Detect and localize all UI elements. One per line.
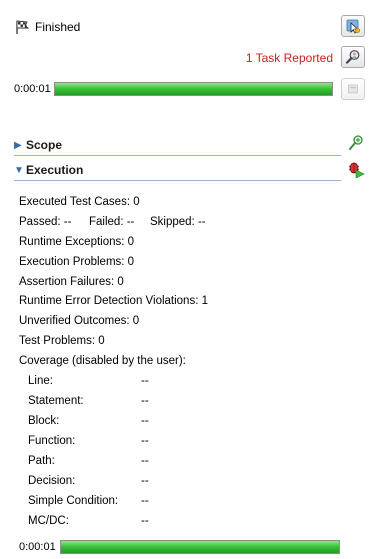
coverage-simple-condition-label: Simple Condition: — [28, 495, 119, 507]
executed-test-cases: Executed Test Cases: 0 — [19, 196, 140, 208]
go-to-tests-button[interactable] — [341, 15, 365, 37]
coverage-statement-value: -- — [141, 395, 149, 407]
execution-title: Execution — [26, 163, 84, 177]
progress-fill-bottom — [61, 541, 339, 553]
stop-icon — [348, 84, 358, 94]
coverage-decision-label: Decision: — [28, 475, 76, 487]
progress-bar — [54, 82, 333, 96]
coverage-path-label: Path: — [28, 455, 55, 467]
coverage-mcdc-value: -- — [141, 515, 149, 527]
coverage-block-label: Block: — [28, 415, 60, 427]
task-reported-button[interactable] — [341, 46, 365, 68]
assertion-failures: Assertion Failures: 0 — [19, 276, 124, 288]
status-row: Finished — [14, 18, 80, 36]
progress-bar-bottom — [60, 540, 340, 554]
scope-title: Scope — [26, 138, 63, 152]
passed-count: Passed: -- — [19, 216, 72, 228]
execution-section-header[interactable]: ▼ Execution — [14, 159, 365, 181]
execution-problems: Execution Problems: 0 — [19, 256, 135, 268]
scope-section-header[interactable]: ▶ Scope — [14, 134, 365, 156]
arrow-cursor-icon — [346, 19, 361, 34]
unverified-outcomes: Unverified Outcomes: 0 — [19, 315, 140, 327]
collapse-icon: ▼ — [14, 164, 24, 176]
coverage-statement-label: Statement: — [28, 395, 84, 407]
coverage-simple-condition-value: -- — [141, 495, 149, 507]
failed-count: Failed: -- — [89, 216, 135, 228]
scope-divider — [14, 155, 341, 156]
test-problems: Test Problems: 0 — [19, 335, 105, 347]
bug-run-icon[interactable] — [347, 160, 365, 178]
stop-button[interactable] — [341, 78, 365, 100]
elapsed-time-bottom: 0:00:01 — [19, 541, 56, 553]
skipped-count: Skipped: -- — [150, 216, 206, 228]
progress-row-top: 0:00:01 — [14, 82, 333, 96]
checkered-flag-icon — [16, 20, 30, 34]
coverage-line-label: Line: — [28, 375, 53, 387]
coverage-function-label: Function: — [28, 435, 76, 447]
progress-row-bottom: 0:00:01 — [19, 540, 340, 554]
runtime-exceptions: Runtime Exceptions: 0 — [19, 236, 135, 248]
status-text: Finished — [35, 20, 81, 34]
magnifier-person-icon — [345, 50, 360, 64]
coverage-decision-value: -- — [141, 475, 149, 487]
execution-divider — [14, 180, 341, 181]
coverage-path-value: -- — [141, 455, 149, 467]
task-reported-link[interactable]: 1 Task Reported — [246, 51, 333, 65]
progress-fill — [55, 83, 332, 95]
coverage-block-value: -- — [141, 415, 149, 427]
coverage-function-value: -- — [141, 435, 149, 447]
runtime-error-detection-violations[interactable]: Runtime Error Detection Violations: 1 — [19, 295, 208, 307]
coverage-line-value: -- — [141, 375, 149, 387]
coverage-header: Coverage (disabled by the user): — [19, 355, 186, 367]
elapsed-time: 0:00:01 — [14, 83, 51, 95]
scope-icon[interactable] — [347, 134, 365, 152]
expand-icon: ▶ — [14, 139, 22, 151]
coverage-mcdc-label: MC/DC: — [28, 515, 69, 527]
